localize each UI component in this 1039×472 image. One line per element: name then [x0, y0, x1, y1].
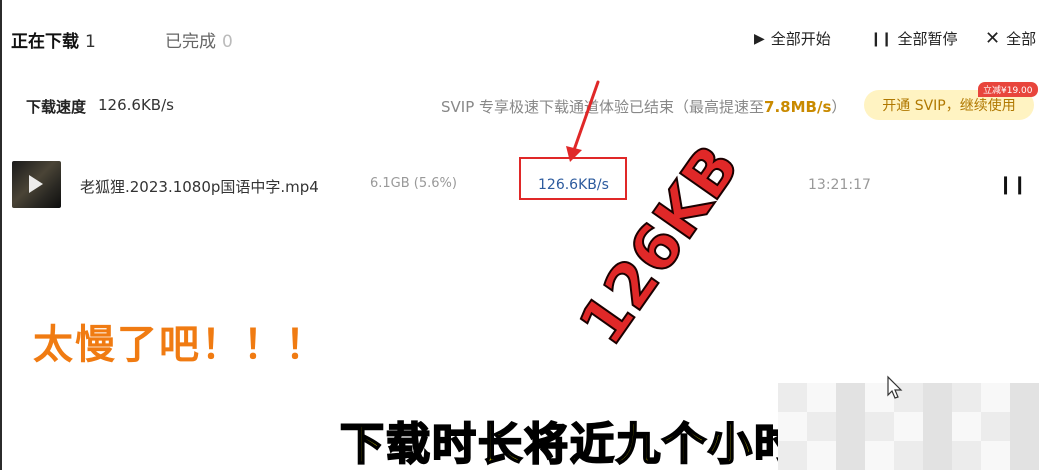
- annotation-arrow-icon: [566, 80, 600, 162]
- mosaic-watermark: [778, 383, 1039, 470]
- tab-downloading-count: 1: [85, 32, 96, 52]
- svip-notice: SVIP 专享极速下载通道体验已结束（最高提速至7.8MB/s）: [441, 96, 846, 117]
- tab-completed-label: 已完成: [165, 32, 216, 52]
- file-name: 老狐狸.2023.1080p国语中字.mp4: [80, 178, 319, 196]
- tab-completed-count: 0: [222, 32, 233, 52]
- download-speed-value: 126.6KB/s: [98, 96, 174, 114]
- tab-downloading-label: 正在下载: [11, 32, 79, 52]
- video-subtitle: 下载时长将近九个小时: [339, 418, 800, 471]
- cancel-all-label: 全部: [1006, 30, 1037, 48]
- svip-notice-speed: 7.8MB/s: [764, 98, 832, 116]
- start-all-button[interactable]: ▶ 全部开始: [754, 28, 831, 49]
- download-speed-label: 下载速度: [26, 98, 87, 116]
- play-icon: ▶: [754, 30, 765, 47]
- tab-downloading[interactable]: 正在下载 1: [11, 27, 96, 52]
- remaining-time: 13:21:17: [808, 177, 871, 193]
- price-badge: 立减¥19.00: [978, 82, 1038, 97]
- pause-icon: ❙❙: [870, 30, 892, 47]
- close-icon: ✕: [985, 28, 1001, 49]
- svip-notice-suffix: ）: [831, 98, 847, 116]
- row-pause-button[interactable]: ❙❙: [998, 174, 1027, 195]
- video-thumbnail: [12, 161, 61, 208]
- mouse-cursor-icon: [887, 375, 903, 399]
- window-left-border: [0, 0, 2, 470]
- file-size: 6.1GB (5.6%): [370, 176, 457, 191]
- pause-all-label: 全部暂停: [897, 30, 958, 48]
- start-all-label: 全部开始: [770, 30, 831, 48]
- tab-completed[interactable]: 已完成 0: [165, 27, 233, 52]
- file-speed: 126.6KB/s: [538, 177, 609, 193]
- orange-annotation: 太慢了吧！！！: [33, 322, 327, 368]
- play-overlay-icon: [29, 175, 43, 193]
- pause-all-button[interactable]: ❙❙ 全部暂停: [870, 28, 957, 49]
- cancel-all-button[interactable]: ✕ 全部: [985, 28, 1036, 49]
